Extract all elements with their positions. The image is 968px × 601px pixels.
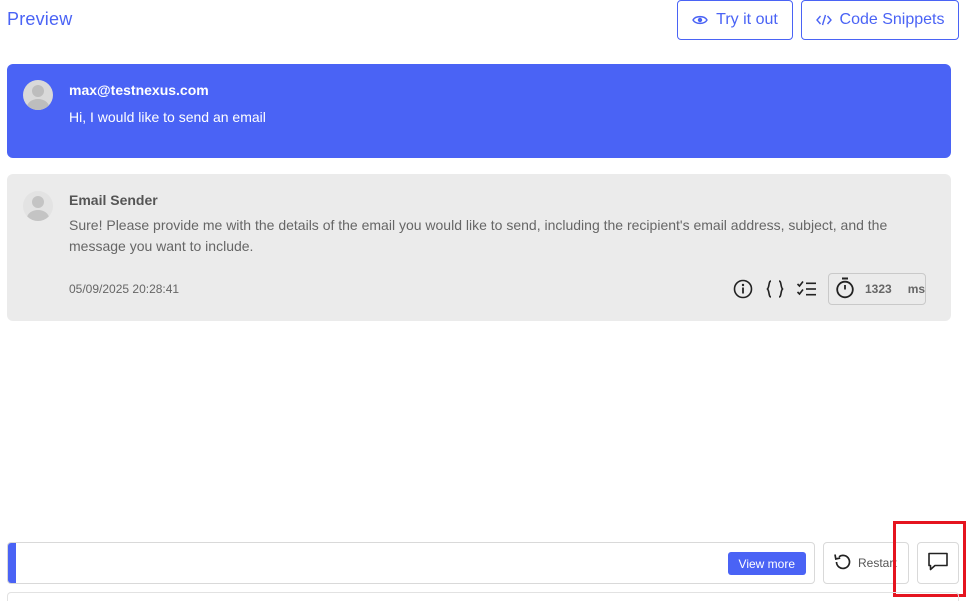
info-icon[interactable] bbox=[732, 278, 754, 300]
try-it-out-button[interactable]: Try it out bbox=[677, 0, 793, 40]
bottom-panel-edge bbox=[7, 592, 959, 601]
chat-button[interactable] bbox=[917, 542, 959, 584]
message-sender: max@testnexus.com bbox=[69, 82, 209, 98]
eye-icon bbox=[692, 14, 708, 26]
restart-icon bbox=[832, 551, 854, 576]
chat-bubble-icon bbox=[927, 550, 949, 577]
avatar bbox=[23, 80, 53, 110]
response-time-value: 1323 bbox=[865, 282, 892, 296]
code-snippets-label: Code Snippets bbox=[839, 11, 945, 28]
try-it-out-label: Try it out bbox=[716, 11, 778, 28]
code-icon bbox=[815, 14, 832, 26]
view-more-button[interactable]: View more bbox=[727, 552, 806, 575]
message-timestamp: 05/09/2025 20:28:41 bbox=[69, 282, 180, 296]
braces-icon[interactable] bbox=[764, 278, 786, 300]
response-time-unit: ms bbox=[907, 282, 926, 296]
avatar bbox=[23, 191, 53, 221]
message-text: Sure! Please provide me with the details… bbox=[69, 217, 888, 254]
message-text: Hi, I would like to send an email bbox=[69, 109, 266, 125]
user-message: max@testnexus.com Hi, I would like to se… bbox=[7, 64, 951, 158]
restart-label: Restart bbox=[858, 556, 897, 570]
message-input-bar[interactable]: View more bbox=[7, 542, 815, 584]
response-time-badge: 1323 ms bbox=[828, 273, 926, 305]
bot-message: Email Sender Sure! Please provide me wit… bbox=[7, 174, 951, 321]
stopwatch-icon bbox=[835, 277, 855, 302]
input-accent-bar bbox=[8, 543, 16, 583]
message-tools: 1323 ms bbox=[732, 273, 926, 305]
restart-button[interactable]: Restart bbox=[823, 542, 909, 584]
code-snippets-button[interactable]: Code Snippets bbox=[801, 0, 959, 40]
message-sender: Email Sender bbox=[69, 192, 158, 208]
checklist-icon[interactable] bbox=[796, 278, 818, 300]
page-title: Preview bbox=[7, 9, 73, 29]
